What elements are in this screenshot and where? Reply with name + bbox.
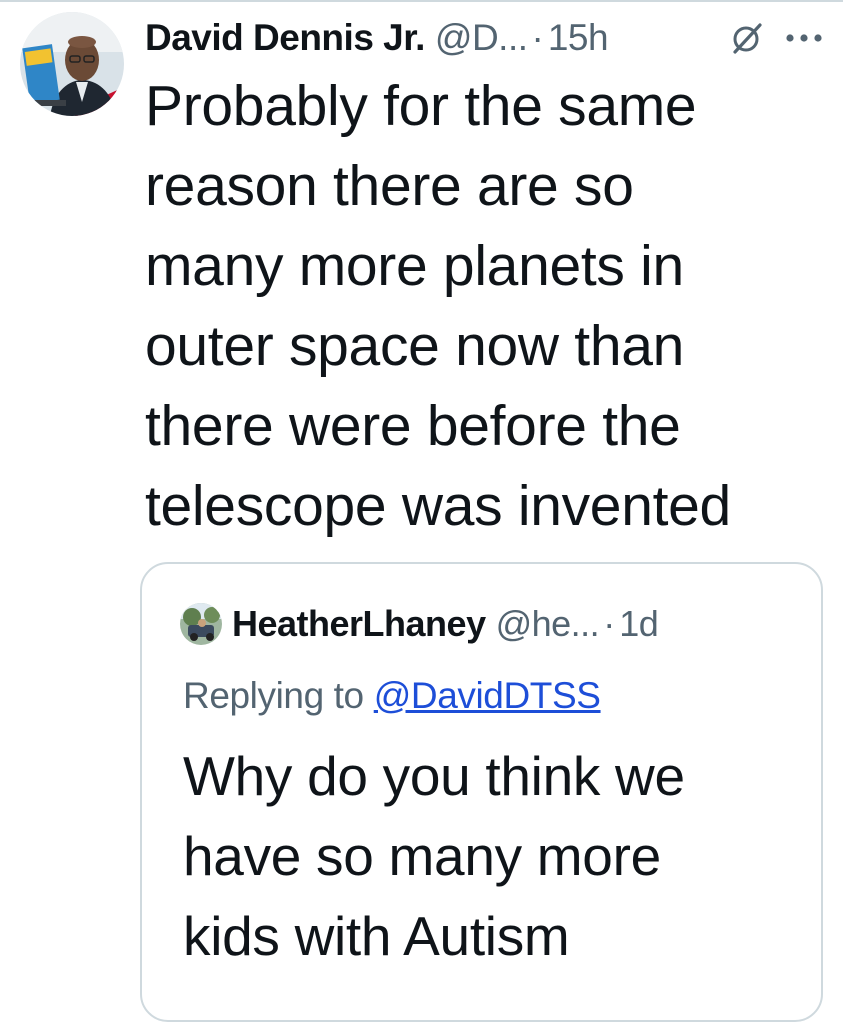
grok-icon[interactable] (730, 21, 764, 55)
quoted-tweet-body: Why do you think we have so many more ki… (183, 736, 803, 976)
tweet-line: outer space now than (145, 314, 685, 378)
quoted-tweet-line: Why do you think we (183, 745, 685, 807)
quoted-tweet-header: HeatherLhaney @he... · 1d (232, 600, 659, 648)
header-separator: · (531, 17, 544, 58)
quoted-author-handle[interactable]: @he... (496, 603, 600, 645)
tweet-timestamp[interactable]: 15h (548, 17, 609, 59)
replying-to-handle-link[interactable]: @DavidDTSS (374, 675, 601, 717)
tweet-body: Probably for the same reason there are s… (145, 66, 835, 546)
quoted-header-separator: · (603, 603, 616, 644)
tweet-line: Probably for the same (145, 74, 697, 138)
tweet-line: reason there are so (145, 154, 634, 218)
more-options-icon[interactable] (782, 18, 826, 58)
author-avatar-image (20, 12, 124, 116)
top-divider (0, 0, 843, 2)
author-display-name[interactable]: David Dennis Jr. (145, 17, 425, 59)
quoted-tweet-line: kids with Autism (183, 905, 570, 967)
tweet-line: many more planets in (145, 234, 684, 298)
author-avatar[interactable] (20, 12, 124, 116)
replying-to-line: Replying to @DavidDTSS (183, 670, 601, 722)
replying-to-label: Replying to (183, 675, 364, 716)
tweet-line: telescope was invented (145, 474, 731, 538)
quoted-tweet-line: have so many more (183, 825, 661, 887)
quoted-tweet-timestamp[interactable]: 1d (619, 603, 659, 645)
tweet-line: there were before the (145, 394, 681, 458)
quoted-author-display-name[interactable]: HeatherLhaney (232, 603, 486, 645)
author-handle[interactable]: @D... (435, 17, 528, 59)
quoted-author-avatar[interactable] (180, 603, 222, 645)
